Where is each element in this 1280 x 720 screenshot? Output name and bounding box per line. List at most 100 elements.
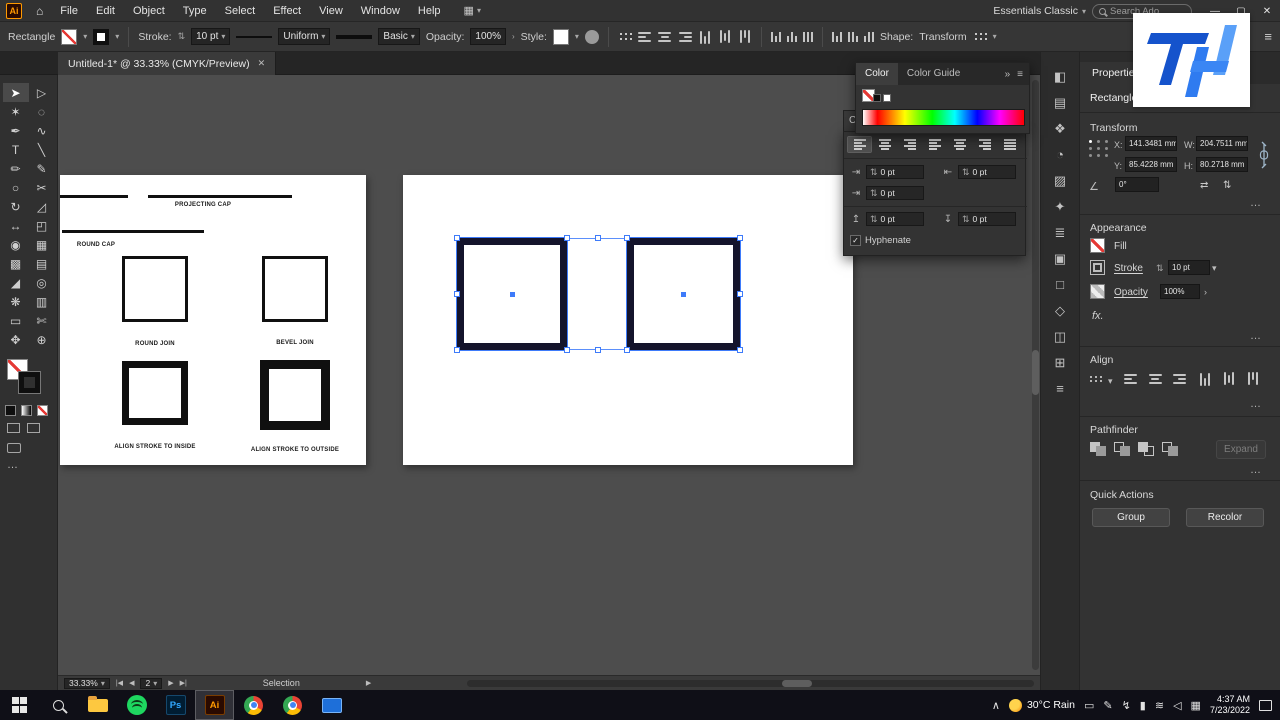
chevron-down-icon[interactable]: ▾ [575, 32, 579, 41]
opacity-field[interactable]: 100% [1160, 284, 1200, 299]
wifi-tray-icon[interactable]: ≋ [1155, 699, 1164, 712]
perspective-grid-tool[interactable]: ▦ [29, 235, 55, 254]
vertical-scrollbar-thumb[interactable] [1032, 350, 1039, 395]
menu-file[interactable]: File [51, 0, 87, 22]
gradient-panel-icon[interactable]: ≣ [1055, 226, 1066, 239]
taskbar-spotify[interactable] [117, 690, 156, 720]
opacity-link[interactable]: Opacity [1114, 287, 1148, 298]
square-bevel-join[interactable] [262, 256, 328, 322]
status-flyout-icon[interactable]: ▶ [366, 679, 371, 687]
align-vertical-center-button[interactable] [719, 30, 730, 44]
align-bottom-button[interactable] [739, 29, 750, 44]
panel-menu-icon[interactable]: ≡ [1264, 29, 1272, 44]
taskbar-illustrator-active[interactable]: Ai [195, 690, 234, 720]
justify-last-center-button[interactable] [948, 137, 971, 152]
eyedropper-tool[interactable]: ◢ [3, 273, 29, 292]
stepper-icon[interactable]: ⇅ [178, 31, 186, 42]
graphic-style-swatch[interactable] [552, 28, 569, 45]
align-right-button[interactable] [678, 31, 692, 42]
expand-button[interactable]: Expand [1216, 440, 1266, 459]
selection-handle[interactable] [624, 235, 630, 241]
selection-handle[interactable] [737, 235, 743, 241]
slice-tool[interactable]: ✄ [29, 311, 55, 330]
chevron-down-icon[interactable]: ▾ [993, 32, 997, 41]
last-artboard-button[interactable]: ▶| [180, 679, 187, 687]
align-vertical-center-button[interactable] [1224, 372, 1234, 386]
taskbar-file-explorer[interactable] [78, 690, 117, 720]
align-horizontal-center-button[interactable] [658, 31, 672, 42]
line-object[interactable] [60, 195, 128, 198]
distribute-horizontal-button[interactable] [770, 31, 781, 42]
brush-definition-field[interactable]: Basic ▾ [378, 28, 420, 45]
stroke-weight-field[interactable]: 10 pt [1168, 260, 1210, 275]
first-line-indent-field[interactable]: ⇅ 0 pt [866, 186, 924, 200]
chevron-down-icon[interactable]: ▾ [1108, 376, 1113, 387]
scissors-tool[interactable]: ✂ [29, 178, 55, 197]
more-options-button[interactable]: … [1250, 464, 1262, 476]
pen-tool[interactable]: ✒ [3, 121, 29, 140]
constrain-proportions-icon[interactable] [1255, 140, 1269, 170]
none-mode-button[interactable] [37, 405, 48, 416]
square-align-inside[interactable] [122, 361, 188, 425]
brushes-panel-icon[interactable]: ◔ [1056, 148, 1064, 161]
stroke-color-control[interactable] [18, 371, 41, 394]
selection-handle[interactable] [454, 347, 460, 353]
paintbrush-tool[interactable]: ✏ [3, 159, 29, 178]
justify-all-button[interactable] [998, 137, 1021, 152]
color-spectrum-bar[interactable] [862, 109, 1025, 126]
variable-width-profile-field[interactable]: Uniform ▾ [278, 28, 331, 45]
swatches-panel-icon[interactable]: ❖ [1054, 122, 1066, 135]
battery-tray-icon[interactable]: ▮ [1140, 699, 1146, 712]
menu-object[interactable]: Object [124, 0, 174, 22]
align-left-button[interactable] [1124, 374, 1138, 384]
opacity-swatch[interactable] [1090, 284, 1105, 299]
opacity-field[interactable]: 100% [470, 28, 506, 45]
selection-handle[interactable] [564, 235, 570, 241]
y-field[interactable]: 85.4228 mm [1125, 157, 1177, 172]
color-panel-icon[interactable]: ◧ [1054, 70, 1066, 83]
group-button[interactable]: Group [1092, 508, 1170, 527]
width-tool[interactable]: ↔ [3, 216, 29, 235]
edit-toolbar-button[interactable]: … [7, 459, 19, 471]
fx-button[interactable]: fx. [1092, 310, 1104, 322]
pencil-tool[interactable]: ✎ [29, 159, 55, 178]
symbols-panel-icon[interactable]: ▨ [1054, 174, 1066, 187]
taskbar-chrome-2[interactable] [273, 690, 312, 720]
reference-point-locator[interactable] [1089, 140, 1109, 157]
stroke-weight-field[interactable]: 10 pt ▾ [191, 28, 231, 45]
blend-tool[interactable]: ◎ [29, 273, 55, 292]
rotation-field[interactable]: 0° [1115, 177, 1159, 192]
pathfinder-unite-button[interactable] [1090, 442, 1108, 457]
color-guide-panel-icon[interactable]: ▤ [1054, 96, 1066, 109]
first-artboard-button[interactable]: |◀ [116, 679, 123, 687]
line-object[interactable] [62, 230, 204, 233]
weather-widget[interactable]: 30°C Rain [1008, 698, 1075, 712]
distribute-spacing-button-3[interactable] [863, 31, 874, 42]
workspace-switcher[interactable]: Essentials Classic ▾ [993, 5, 1086, 17]
white-swatch[interactable] [883, 94, 891, 102]
selection-handle[interactable] [624, 347, 630, 353]
panel-menu-icon[interactable]: ≡ [1017, 69, 1023, 80]
pathfinder-minus-front-button[interactable] [1114, 442, 1132, 457]
home-icon[interactable]: ⌂ [36, 4, 43, 18]
stroke-link[interactable]: Stroke [1114, 263, 1143, 274]
free-transform-tool[interactable]: ◰ [29, 216, 55, 235]
menu-help[interactable]: Help [409, 0, 450, 22]
draw-behind-mode-button[interactable] [27, 423, 40, 433]
center-point[interactable] [681, 292, 686, 297]
collapse-panel-icon[interactable]: » [1005, 69, 1011, 80]
volume-tray-icon[interactable]: ◁ [1173, 699, 1181, 712]
curvature-tool[interactable]: ∿ [29, 121, 55, 140]
align-right-button[interactable] [898, 137, 921, 152]
align-top-button[interactable] [699, 30, 710, 44]
document-tab[interactable]: Untitled-1* @ 33.33% (CMYK/Preview) ✕ [58, 52, 277, 75]
taskbar-clock[interactable]: 4:37 AM 7/23/2022 [1210, 694, 1250, 716]
w-field[interactable]: 204.7511 mm [1196, 136, 1248, 151]
artboard-number-field[interactable]: 2 ▾ [140, 677, 163, 689]
distribute-spacing-button-2[interactable] [847, 31, 858, 42]
monitor-tray-icon[interactable]: ▭ [1084, 699, 1094, 712]
taskbar-search-button[interactable] [39, 690, 78, 720]
align-to-selection-icon[interactable] [619, 33, 622, 35]
selection-tool[interactable]: ➤ [2, 83, 29, 102]
chevron-right-icon[interactable]: › [512, 32, 515, 41]
